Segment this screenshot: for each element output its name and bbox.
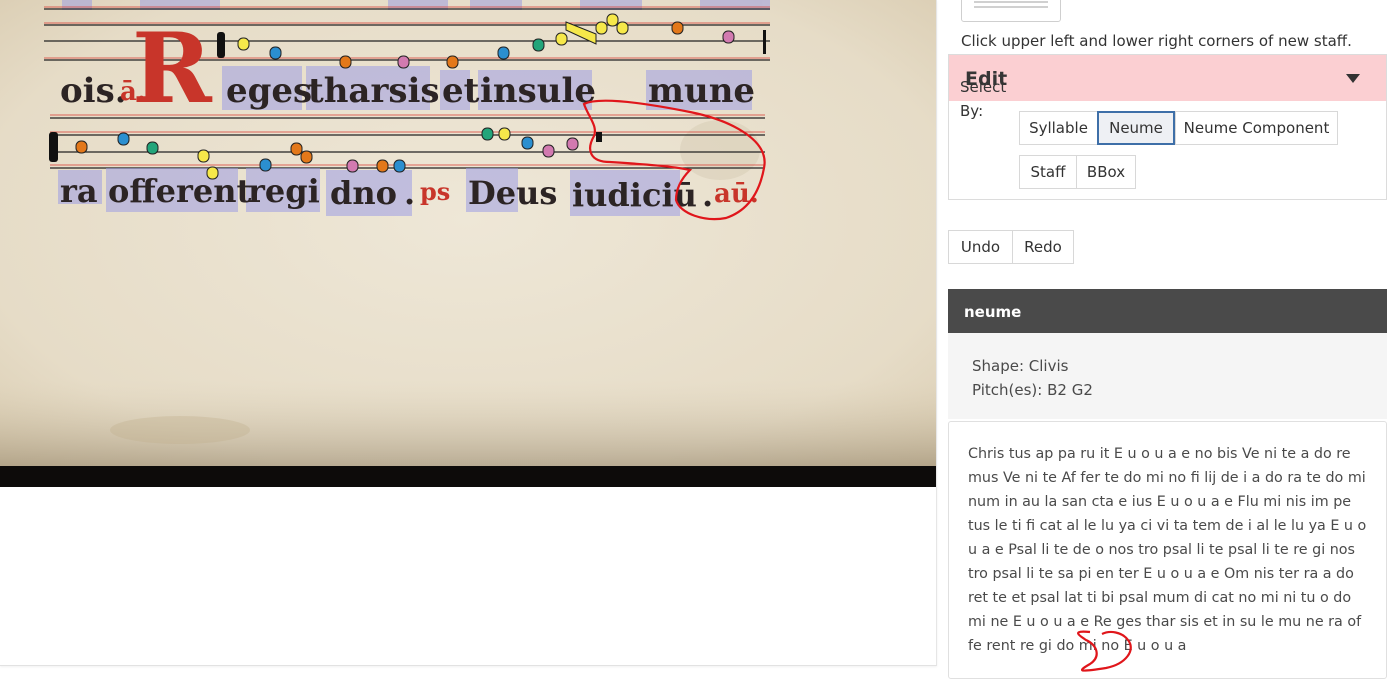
neume[interactable] — [671, 21, 684, 35]
edit-header[interactable]: Edit — [949, 55, 1386, 101]
neume[interactable] — [606, 13, 619, 27]
neume[interactable] — [555, 32, 568, 46]
manuscript-viewer[interactable]: R ois. ā. eges tharsis et insule mune ra… — [0, 0, 937, 666]
neume-info-card: neume Shape: Clivis Pitch(es): B2 G2 — [948, 289, 1387, 419]
neume[interactable] — [542, 144, 555, 158]
neume-pitches: Pitch(es): B2 G2 — [972, 381, 1093, 399]
manuscript-folio[interactable]: R ois. ā. eges tharsis et insule mune ra… — [0, 0, 936, 487]
page-edge — [0, 466, 936, 487]
lyric-syllable: ois. — [60, 71, 127, 111]
neume[interactable] — [206, 166, 219, 180]
neume[interactable] — [346, 159, 359, 173]
lyric-rubric: aū. — [714, 179, 759, 209]
neume-info-header: neume — [948, 289, 1387, 333]
stain — [110, 416, 250, 444]
custos-1[interactable] — [763, 30, 766, 54]
neume[interactable] — [269, 46, 282, 60]
neume[interactable] — [117, 132, 130, 146]
lyric-rubric: ā. — [120, 77, 146, 107]
neume[interactable] — [259, 158, 272, 172]
stain — [680, 120, 760, 180]
neume[interactable] — [446, 55, 459, 69]
neume[interactable] — [397, 55, 410, 69]
lyrics-row-2: ra offerent regi dno . ps Deus iudiciū .… — [58, 168, 759, 216]
neume[interactable] — [376, 159, 389, 173]
neume[interactable] — [339, 55, 352, 69]
select-bbox-button[interactable]: BBox — [1076, 155, 1136, 189]
side-panel: Click upper left and lower right corners… — [948, 0, 1387, 679]
lyric-syllable: . — [404, 174, 415, 212]
neume[interactable] — [566, 137, 579, 151]
select-neume-button[interactable]: Neume — [1097, 111, 1175, 145]
lyric-syllable: regi — [248, 172, 320, 210]
lyric-syllable: insule — [480, 71, 596, 111]
folio-canvas[interactable]: R ois. ā. eges tharsis et insule mune ra… — [0, 0, 936, 487]
undo-button[interactable]: Undo — [948, 230, 1013, 264]
syllable-text-card: Chris tus ap pa ru it E u o u a e no bis… — [948, 421, 1387, 679]
neume[interactable] — [290, 142, 303, 156]
clef-2[interactable] — [49, 132, 58, 162]
lyric-syllable: offerent — [108, 172, 251, 210]
neume[interactable] — [595, 21, 608, 35]
neume[interactable] — [616, 21, 629, 35]
neume[interactable] — [197, 149, 210, 163]
staff-insert-preview — [961, 0, 1061, 22]
neume[interactable] — [75, 140, 88, 154]
syllable-text: Chris tus ap pa ru it E u o u a e no bis… — [968, 446, 1367, 654]
chevron-down-icon[interactable] — [1346, 74, 1360, 83]
clef-1[interactable] — [217, 32, 225, 58]
select-neume-component-button[interactable]: Neume Component — [1175, 111, 1338, 145]
neume[interactable] — [722, 30, 735, 44]
lyric-syllable: ra — [60, 172, 98, 210]
lyric-syllable: tharsis — [308, 71, 440, 111]
neume-shape: Shape: Clivis — [972, 357, 1069, 375]
lyric-syllable: Deus — [468, 174, 557, 212]
lyric-syllable: et — [442, 71, 480, 111]
neume[interactable] — [237, 37, 250, 51]
lyric-syllable: eges — [226, 71, 312, 111]
lyric-rubric: ps — [420, 177, 450, 206]
neume[interactable] — [393, 159, 406, 173]
select-by-label: Select By: — [960, 78, 1007, 120]
neume-info-body: Shape: Clivis Pitch(es): B2 G2 — [972, 354, 1093, 402]
staff-insert-hint: Click upper left and lower right corners… — [961, 32, 1352, 50]
select-syllable-button[interactable]: Syllable — [1019, 111, 1098, 145]
neume[interactable] — [481, 127, 494, 141]
custos-2[interactable] — [596, 132, 602, 142]
initial-letter: R — [132, 12, 213, 125]
neume[interactable] — [532, 38, 545, 52]
lyric-syllable: iudiciū — [572, 176, 697, 214]
neume[interactable] — [300, 150, 313, 164]
neume[interactable] — [146, 141, 159, 155]
redo-button[interactable]: Redo — [1012, 230, 1074, 264]
lyric-syllable: dno — [330, 174, 397, 212]
lyric-syllable: . — [702, 176, 713, 214]
neume[interactable] — [498, 127, 511, 141]
lyric-syllable: mune — [648, 71, 755, 111]
neume[interactable] — [497, 46, 510, 60]
select-staff-button[interactable]: Staff — [1019, 155, 1077, 189]
neume[interactable] — [521, 136, 534, 150]
